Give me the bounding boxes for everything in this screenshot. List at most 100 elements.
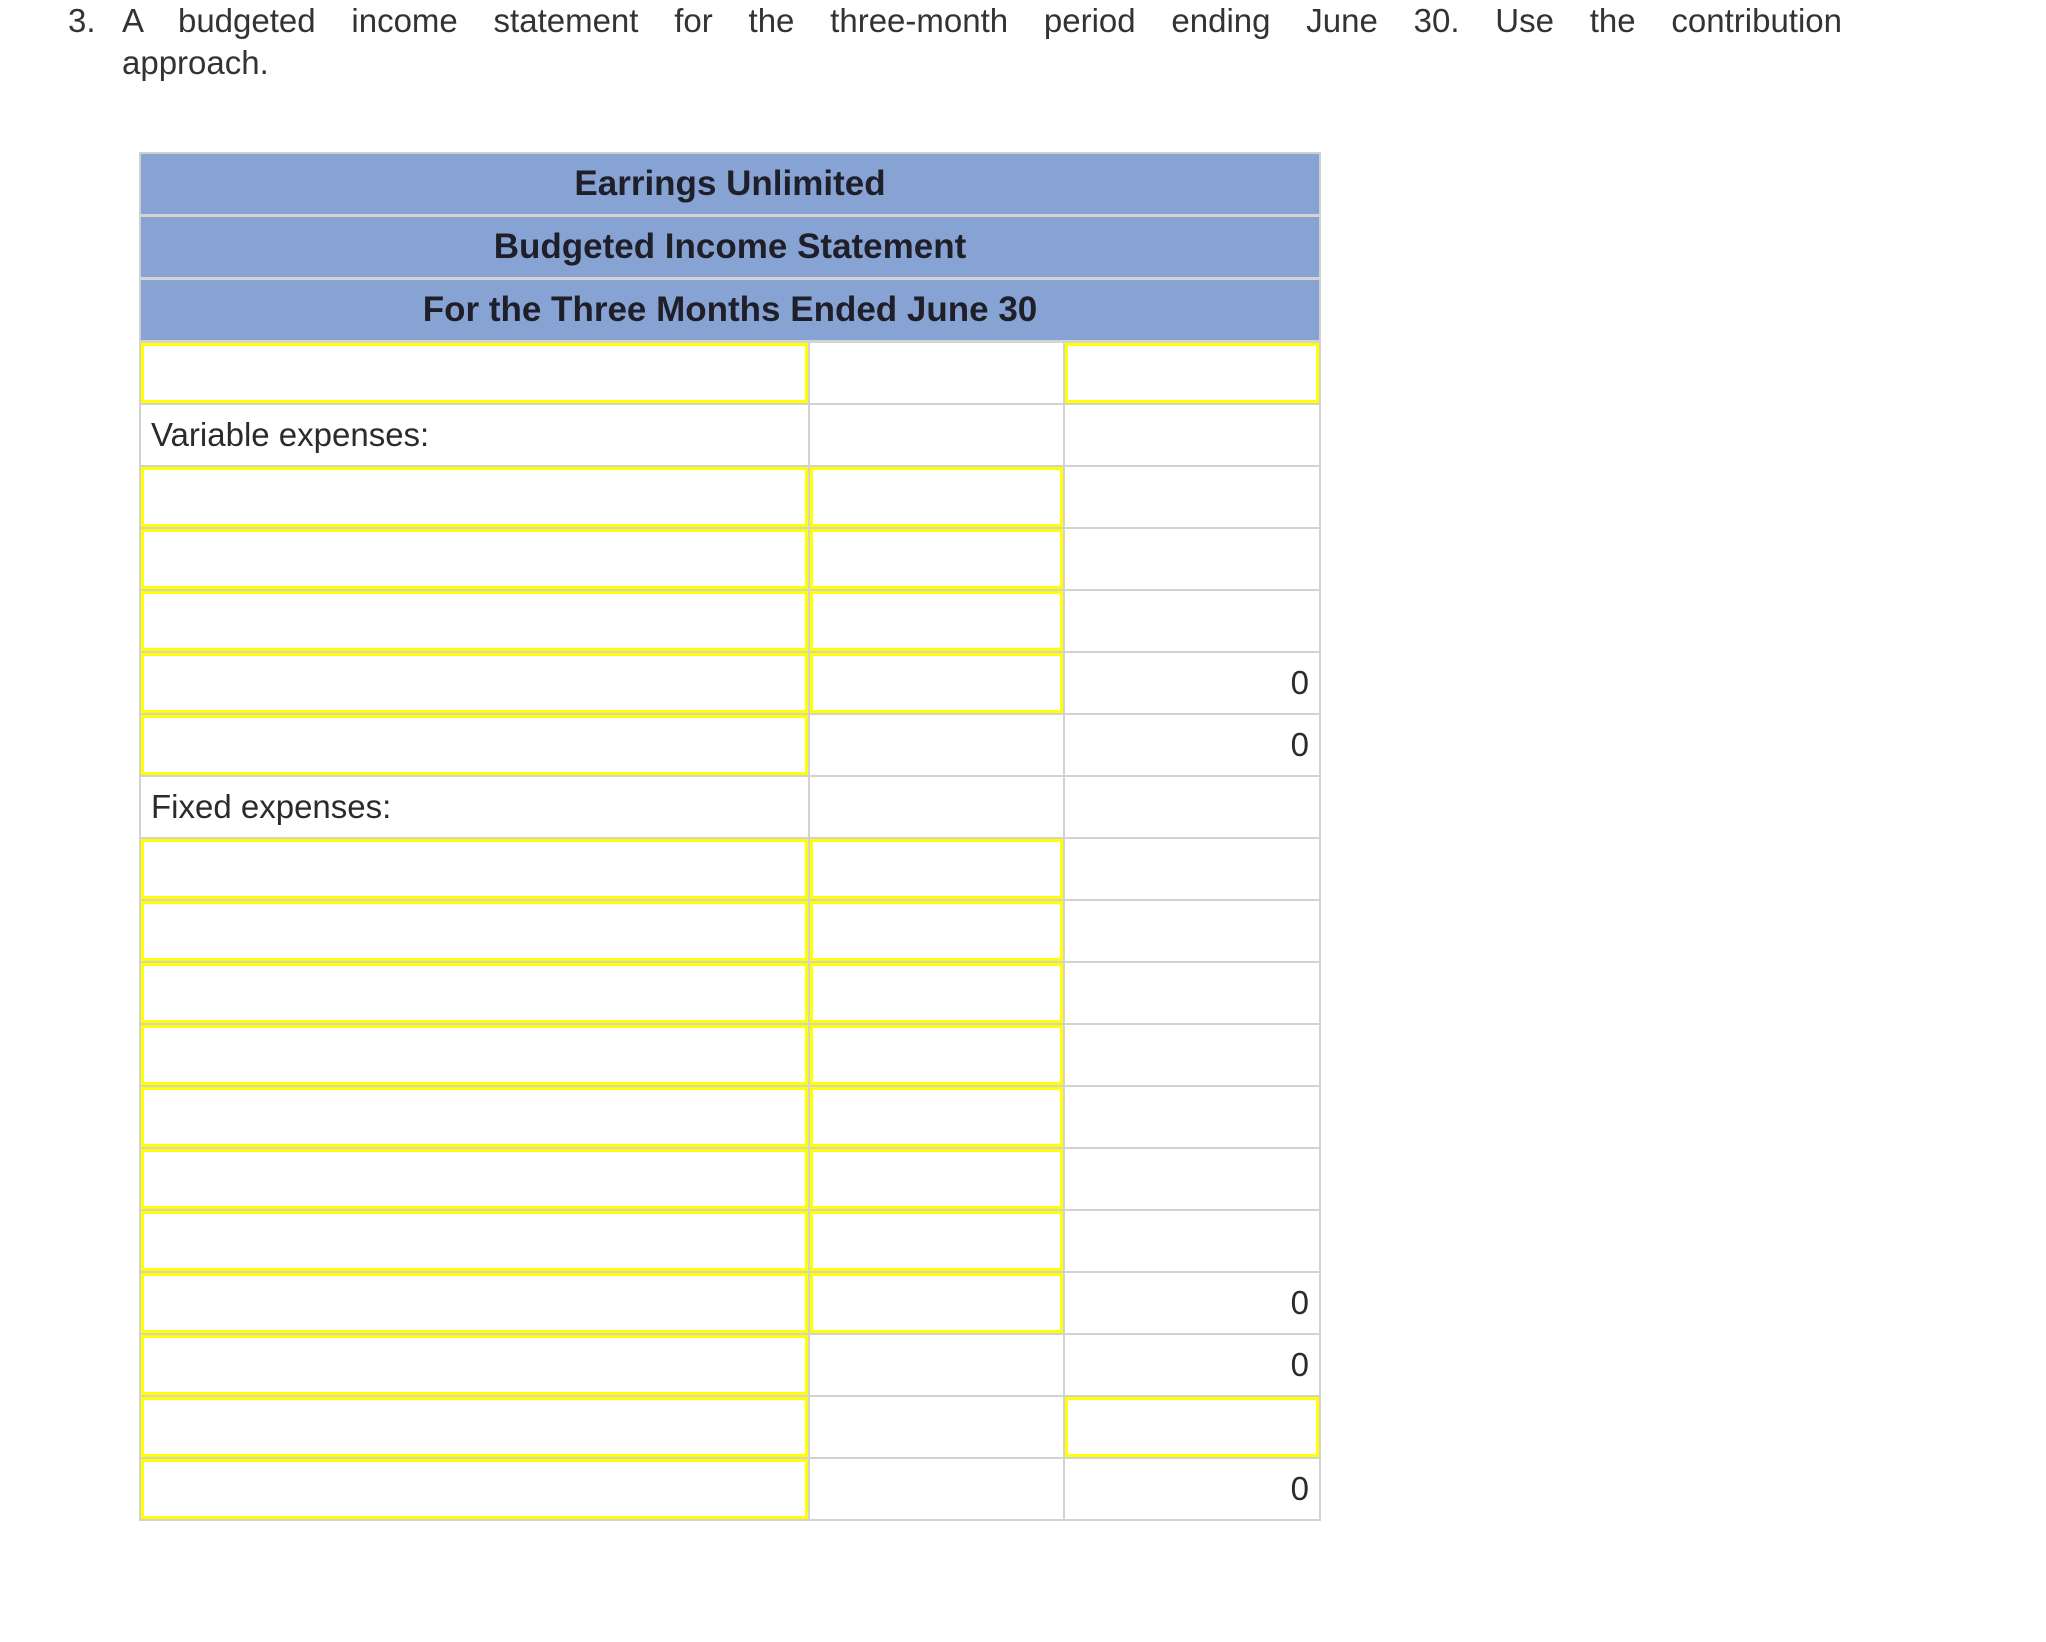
empty-cell <box>1063 1023 1321 1087</box>
empty-cell <box>808 1333 1065 1397</box>
computed-total: 0 <box>1063 651 1321 715</box>
statement-row <box>139 837 1321 901</box>
description-cell <box>139 527 810 591</box>
description-input[interactable] <box>141 839 808 899</box>
description-input[interactable] <box>141 591 808 651</box>
amount-input[interactable] <box>810 1149 1063 1209</box>
description-input[interactable] <box>141 343 808 403</box>
statement-row <box>139 340 1321 405</box>
total-cell <box>1063 340 1321 405</box>
statement-row: 0 <box>139 1457 1321 1521</box>
amount-cell <box>808 899 1065 963</box>
empty-cell <box>1063 465 1321 529</box>
description-cell <box>139 1147 810 1211</box>
empty-cell <box>808 1395 1065 1459</box>
amount-input[interactable] <box>810 591 1063 651</box>
description-input[interactable] <box>141 1149 808 1209</box>
amount-input[interactable] <box>810 529 1063 589</box>
description-cell <box>139 589 810 653</box>
statement-row <box>139 1023 1321 1087</box>
section-label: Fixed expenses: <box>139 775 810 839</box>
total-input[interactable] <box>1065 1397 1319 1457</box>
header-row-period: For the Three Months Ended June 30 <box>140 278 1320 343</box>
computed-total: 0 <box>1063 713 1321 777</box>
description-cell <box>139 1209 810 1273</box>
description-cell <box>139 651 810 715</box>
amount-cell <box>808 1209 1065 1273</box>
total-input[interactable] <box>1065 343 1319 403</box>
statement-title: Budgeted Income Statement <box>140 215 1320 280</box>
empty-cell <box>808 340 1065 405</box>
empty-cell <box>1063 1085 1321 1149</box>
description-cell <box>139 713 810 777</box>
statement-row: 0 <box>139 1333 1321 1397</box>
computed-total: 0 <box>1063 1271 1321 1335</box>
description-input[interactable] <box>141 529 808 589</box>
description-cell <box>139 1333 810 1397</box>
computed-total: 0 <box>1063 1457 1321 1521</box>
description-cell <box>139 1085 810 1149</box>
description-input[interactable] <box>141 1397 808 1457</box>
description-input[interactable] <box>141 1459 808 1519</box>
income-statement-table: Earrings Unlimited Budgeted Income State… <box>139 152 1321 1521</box>
amount-input[interactable] <box>810 901 1063 961</box>
question-text-line-2: approach. <box>122 44 269 81</box>
empty-cell <box>1063 961 1321 1025</box>
statement-row <box>139 589 1321 653</box>
amount-input[interactable] <box>810 1211 1063 1271</box>
description-input[interactable] <box>141 963 808 1023</box>
empty-cell <box>1063 899 1321 963</box>
description-input[interactable] <box>141 715 808 775</box>
amount-input[interactable] <box>810 1273 1063 1333</box>
empty-cell <box>1063 837 1321 901</box>
empty-cell <box>808 1457 1065 1521</box>
question-number: 3. <box>68 2 96 39</box>
description-input[interactable] <box>141 1087 808 1147</box>
amount-cell <box>808 837 1065 901</box>
question-text-line-1: A budgeted income statement for the thre… <box>122 2 1842 39</box>
statement-row: Fixed expenses: <box>139 775 1321 839</box>
description-cell <box>139 465 810 529</box>
amount-cell <box>808 1085 1065 1149</box>
description-input[interactable] <box>141 1211 808 1271</box>
amount-input[interactable] <box>810 963 1063 1023</box>
amount-input[interactable] <box>810 467 1063 527</box>
statement-row <box>139 1147 1321 1211</box>
statement-row <box>139 1395 1321 1459</box>
amount-cell <box>808 465 1065 529</box>
amount-input[interactable] <box>810 839 1063 899</box>
amount-cell <box>808 527 1065 591</box>
amount-cell <box>808 1271 1065 1335</box>
statement-row: 0 <box>139 1271 1321 1335</box>
amount-input[interactable] <box>810 1087 1063 1147</box>
description-input[interactable] <box>141 1025 808 1085</box>
amount-input[interactable] <box>810 653 1063 713</box>
statement-row <box>139 465 1321 529</box>
description-cell <box>139 1457 810 1521</box>
empty-cell <box>1063 775 1321 839</box>
empty-cell <box>1063 527 1321 591</box>
amount-cell <box>808 651 1065 715</box>
empty-cell <box>1063 403 1321 467</box>
amount-input[interactable] <box>810 1025 1063 1085</box>
description-cell <box>139 837 810 901</box>
company-name: Earrings Unlimited <box>140 153 1320 217</box>
description-cell <box>139 1395 810 1459</box>
section-label: Variable expenses: <box>139 403 810 467</box>
statement-row <box>139 1085 1321 1149</box>
description-input[interactable] <box>141 901 808 961</box>
empty-cell <box>1063 589 1321 653</box>
empty-cell <box>1063 1209 1321 1273</box>
statement-period: For the Three Months Ended June 30 <box>140 278 1320 343</box>
header-row-title: Budgeted Income Statement <box>140 215 1320 280</box>
description-input[interactable] <box>141 1273 808 1333</box>
description-input[interactable] <box>141 1335 808 1395</box>
empty-cell <box>1063 1147 1321 1211</box>
description-input[interactable] <box>141 653 808 713</box>
question-text: A budgeted income statement for the thre… <box>122 0 1842 84</box>
statement-row: 0 <box>139 713 1321 777</box>
statement-row: 0 <box>139 651 1321 715</box>
empty-cell <box>808 713 1065 777</box>
description-input[interactable] <box>141 467 808 527</box>
statement-row <box>139 961 1321 1025</box>
